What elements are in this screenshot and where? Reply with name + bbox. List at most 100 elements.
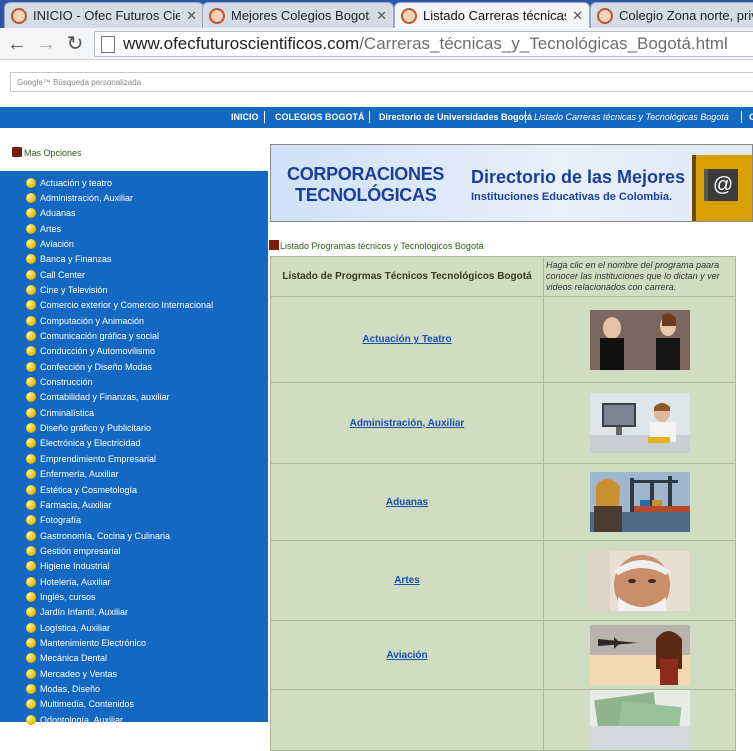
browser-tab-inicio[interactable]: INICIO - Ofec Futuros Cien ✕ (4, 2, 204, 28)
sidebar-item[interactable]: Cine y Televisión (26, 282, 107, 297)
browser-tab-carreras[interactable]: Listado Carreras técnicas y ✕ (394, 2, 590, 28)
sidebar-item[interactable]: Gastronomía, Cocina y Culinaria (26, 528, 170, 543)
sidebar-item[interactable]: Call Center (26, 267, 85, 282)
nav-more[interactable]: C (749, 112, 753, 122)
sidebar-item[interactable]: Electrónica y Electricidad (26, 436, 141, 451)
sidebar-item-label: Enfermería, Auxiliar (40, 469, 119, 480)
close-tab-icon[interactable]: ✕ (376, 8, 387, 24)
sidebar-item-label: Cine y Televisión (40, 284, 108, 295)
sidebar-item-label: Diseño gráfico y Publicitario (40, 423, 152, 434)
elderly-man-portrait[interactable] (589, 550, 690, 611)
nav-directorio-universidades[interactable]: Directorio de Universidades Bogotá (379, 112, 532, 122)
nav-listado-carreras[interactable]: Listado Carreras técnicas y Tecnológicas… (534, 112, 729, 122)
sidebar-item[interactable]: Fotografía (26, 513, 81, 528)
airplane-woman-photo[interactable] (589, 625, 690, 685)
sidebar-item[interactable]: Construcción (26, 375, 93, 390)
close-tab-icon[interactable]: ✕ (186, 8, 197, 24)
sidebar-item[interactable]: Inglés, cursos (26, 589, 96, 604)
sidebar-item[interactable]: Mantenimiento Electrónico (26, 636, 146, 651)
program-link[interactable]: Administración, Auxiliar (350, 418, 465, 429)
bullet-icon (26, 515, 36, 526)
program-cell: Administración, Auxiliar (270, 382, 544, 464)
sidebar-item[interactable]: Odontología, Auxiliar (26, 712, 123, 727)
sidebar-item-label: Multimedia, Contenidos (40, 699, 135, 710)
sidebar-item[interactable]: Aduanas (26, 206, 76, 221)
sidebar-item[interactable]: Conducción y Automovilismo (26, 344, 155, 359)
sidebar-item-label: Estética y Cosmetología (40, 484, 138, 495)
sidebar-item-label: Actuación y teatro (40, 177, 113, 188)
sidebar-item[interactable]: Hotelería, Auxiliar (26, 574, 111, 589)
sidebar-item[interactable]: Enfermería, Auxiliar (26, 467, 119, 482)
bullet-icon (26, 684, 36, 695)
sidebar-item[interactable]: Higiene Industrial (26, 559, 110, 574)
browser-toolbar: ← → ↻ www.ofecfuturoscientificos.com/Car… (0, 28, 753, 60)
program-link[interactable]: Aviación (386, 650, 427, 661)
bullet-icon (26, 208, 36, 219)
sidebar-item[interactable]: Aviación (26, 236, 74, 251)
close-tab-icon[interactable]: ✕ (572, 8, 583, 24)
program-link[interactable]: Artes (394, 575, 420, 586)
sidebar-item[interactable]: Criminalística (26, 405, 94, 420)
bullet-icon (26, 238, 36, 249)
sidebar-item[interactable]: Logística, Auxiliar (26, 620, 110, 635)
cube-icon (12, 147, 22, 157)
sidebar-item[interactable]: Estética y Cosmetología (26, 482, 137, 497)
back-arrow-icon[interactable]: ← (5, 32, 29, 56)
program-image-cell (543, 463, 736, 541)
sidebar-item[interactable]: Comercio exterior y Comercio Internacion… (26, 298, 213, 313)
bullet-icon (26, 223, 36, 234)
bullet-icon (26, 545, 36, 556)
sidebar-item[interactable]: Actuación y teatro (26, 175, 112, 190)
actors-photo[interactable] (589, 309, 690, 370)
nav-separator (264, 111, 265, 123)
sidebar-item[interactable]: Mercadeo y Ventas (26, 666, 117, 681)
bullet-icon (26, 392, 36, 403)
table-header-row: Listado de Progrmas Técnicos Tecnológico… (270, 256, 736, 297)
sidebar-item[interactable]: Administración, Auxiliar (26, 190, 133, 205)
sidebar-item[interactable]: Modas, Diseño (26, 682, 100, 697)
forward-arrow-icon[interactable]: → (34, 32, 58, 56)
sidebar-item[interactable]: Diseño gráfico y Publicitario (26, 421, 151, 436)
table-header: Listado de Progrmas Técnicos Tecnológico… (270, 256, 544, 297)
sidebar-item[interactable]: Computación y Animación (26, 313, 144, 328)
sidebar-item[interactable]: Farmacia, Auxiliar (26, 497, 112, 512)
office-worker-photo[interactable] (589, 393, 690, 453)
sidebar-item[interactable]: Emprendimiento Empresarial (26, 451, 156, 466)
port-cranes-photo[interactable] (589, 472, 690, 532)
browser-tab-zona-norte[interactable]: Colegio Zona norte, priva (590, 2, 753, 28)
sidebar-item[interactable]: Artes (26, 221, 61, 236)
sidebar-item[interactable]: Comunicación gráfica y social (26, 329, 159, 344)
program-link[interactable]: Actuación y Teatro (362, 334, 451, 345)
sidebar-item[interactable]: Multimedia, Contenidos (26, 697, 134, 712)
sidebar-item[interactable]: Mecánica Dental (26, 651, 107, 666)
reload-icon[interactable]: ↻ (63, 32, 87, 56)
sidebar-item-label: Inglés, cursos (40, 591, 96, 602)
program-link[interactable]: Aduanas (386, 497, 428, 508)
banner[interactable]: CORPORACIONES TECNOLÓGICAS Directorio de… (270, 144, 753, 222)
nav-separator (741, 111, 742, 123)
bullet-icon (26, 714, 36, 725)
bullet-icon (26, 361, 36, 372)
browser-tab-colegios[interactable]: Mejores Colegios Bogotá ✕ (202, 2, 394, 28)
sidebar-item[interactable]: Contabilidad y Finanzas, auxiliar (26, 390, 170, 405)
sidebar-item-label: Odontología, Auxiliar (40, 714, 124, 725)
bullet-icon (26, 699, 36, 710)
address-bar[interactable]: www.ofecfuturoscientificos.com/Carreras_… (94, 31, 753, 57)
nav-inicio[interactable]: INICIO (231, 112, 259, 122)
table-row: Aviación (270, 620, 736, 690)
table-row: Artes (270, 540, 736, 621)
sidebar-item[interactable]: Banca y Finanzas (26, 252, 112, 267)
money-photo[interactable] (589, 690, 690, 750)
sidebar-item[interactable]: Jardín Infantil, Auxiliar (26, 605, 128, 620)
nav-colegios-bogota[interactable]: COLEGIOS BOGOTÁ (275, 112, 365, 122)
sidebar-item-label: Electrónica y Electricidad (40, 438, 141, 449)
sidebar-item[interactable]: Gestión empresarial (26, 543, 121, 558)
bullet-icon (26, 269, 36, 280)
sidebar-item-label: Gastronomía, Cocina y Culinaria (40, 530, 171, 541)
sidebar-item-label: Administración, Auxiliar (40, 192, 134, 203)
program-image-cell (543, 540, 736, 621)
sidebar-item[interactable]: Confección y Diseño Modas (26, 359, 152, 374)
google-search-input[interactable]: Google™ Búsqueda personalizada (10, 72, 753, 92)
bullet-icon (26, 530, 36, 541)
sidebar-item-label: Construcción (40, 377, 93, 388)
